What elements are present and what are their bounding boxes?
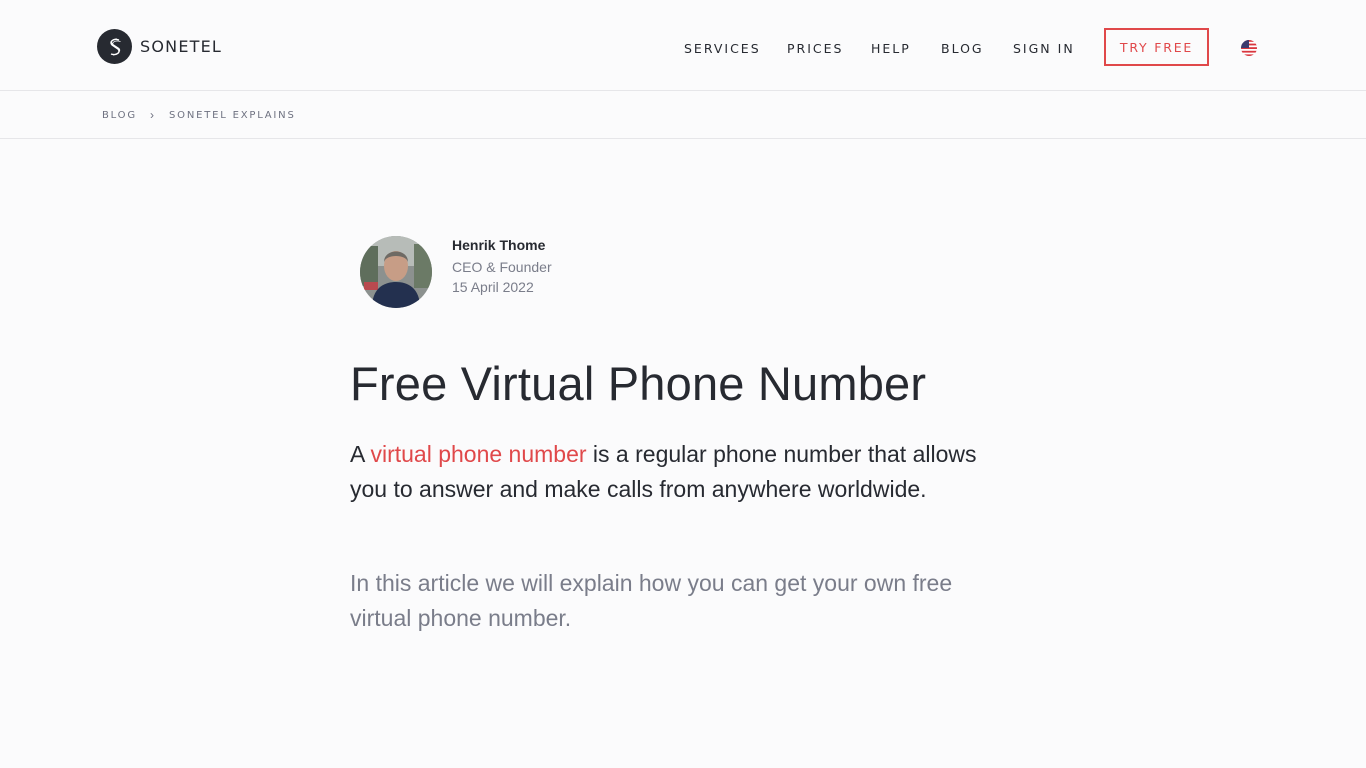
sonetel-logo-icon [97,29,132,64]
breadcrumb-sonetel-explains[interactable]: SONETEL EXPLAINS [169,110,296,121]
author-role: CEO & Founder [452,259,552,275]
article-title: Free Virtual Phone Number [350,357,927,410]
breadcrumb-blog[interactable]: BLOG [102,110,137,121]
nav-services[interactable]: SERVICES [684,41,761,56]
nav-sign-in[interactable]: SIGN IN [1013,41,1075,56]
nav-prices[interactable]: PRICES [787,41,843,56]
try-free-button[interactable]: TRY FREE [1104,28,1209,66]
article-intro: In this article we will explain how you … [350,570,953,631]
nav-blog[interactable]: BLOG [941,41,984,56]
breadcrumb: BLOG › SONETEL EXPLAINS [0,91,1366,139]
author-block: Henrik Thome CEO & Founder 15 April 2022 [360,236,552,308]
virtual-phone-number-link[interactable]: virtual phone number [370,441,586,467]
lead-prefix: A [350,441,371,467]
brand-name: SONETEL [140,37,223,56]
article-lead: A virtual phone number is a regular phon… [350,437,990,507]
author-name: Henrik Thome [452,237,546,253]
author-avatar [360,236,432,308]
us-flag-icon[interactable] [1241,40,1257,56]
publish-date: 15 April 2022 [452,279,534,295]
sonetel-logo[interactable]: SONETEL [97,29,222,64]
breadcrumb-separator-icon: › [150,108,154,122]
nav-help[interactable]: HELP [871,41,911,56]
site-header: SONETEL SERVICES PRICES HELP BLOG SIGN I… [0,0,1366,91]
